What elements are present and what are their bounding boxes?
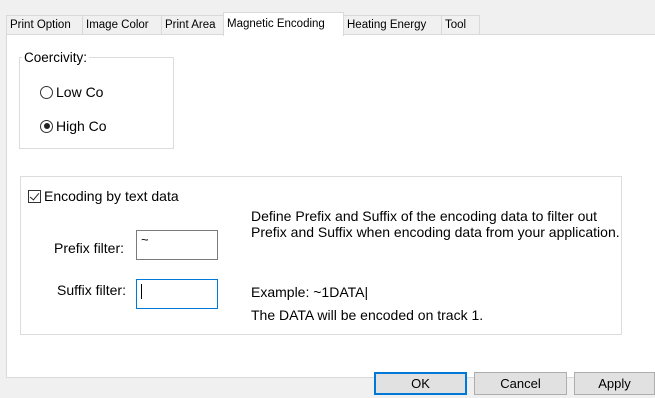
encoding-track-note: The DATA will be encoded on track 1. [251,307,484,323]
magnetic-encoding-panel: Coercivity: Low Co High Co Encoding by t… [6,34,655,378]
ok-button[interactable]: OK [374,372,467,395]
encoding-checkbox-box[interactable] [28,189,41,203]
encoding-by-text-checkbox[interactable]: Encoding by text data [28,188,179,204]
radio-high-co-label: High Co [56,118,107,134]
tab-heating-energy[interactable]: Heating Energy [343,15,442,35]
text-caret [141,284,142,299]
radio-high-co[interactable]: High Co [40,118,107,134]
suffix-filter-label: Suffix filter: [57,282,126,298]
radio-low-co-label: Low Co [56,84,104,100]
cancel-button[interactable]: Cancel [474,372,567,395]
prefix-filter-label: Prefix filter: [54,240,125,256]
tab-print-option[interactable]: Print Option [6,15,83,35]
prefix-filter-input[interactable]: ~ [136,230,218,260]
radio-low-co-indicator[interactable] [40,85,53,99]
tab-magnetic-encoding[interactable]: Magnetic Encoding [223,12,344,36]
tab-strip: Print Option Image Color Print Area Magn… [6,12,655,36]
prefix-filter-value: ~ [141,232,149,247]
coercivity-group [19,57,174,149]
encoding-example: Example: ~1DATA| [251,284,369,300]
coercivity-label: Coercivity: [22,50,90,65]
tab-print-area[interactable]: Print Area [161,15,224,35]
tab-image-color[interactable]: Image Color [82,15,162,35]
radio-high-co-indicator[interactable] [40,119,53,133]
tab-tool[interactable]: Tool [441,15,480,35]
encoding-checkbox-label: Encoding by text data [44,188,179,204]
apply-button[interactable]: Apply [574,372,655,395]
radio-low-co[interactable]: Low Co [40,84,103,100]
encoding-description: Define Prefix and Suffix of the encoding… [251,208,620,240]
suffix-filter-input[interactable] [136,279,218,309]
